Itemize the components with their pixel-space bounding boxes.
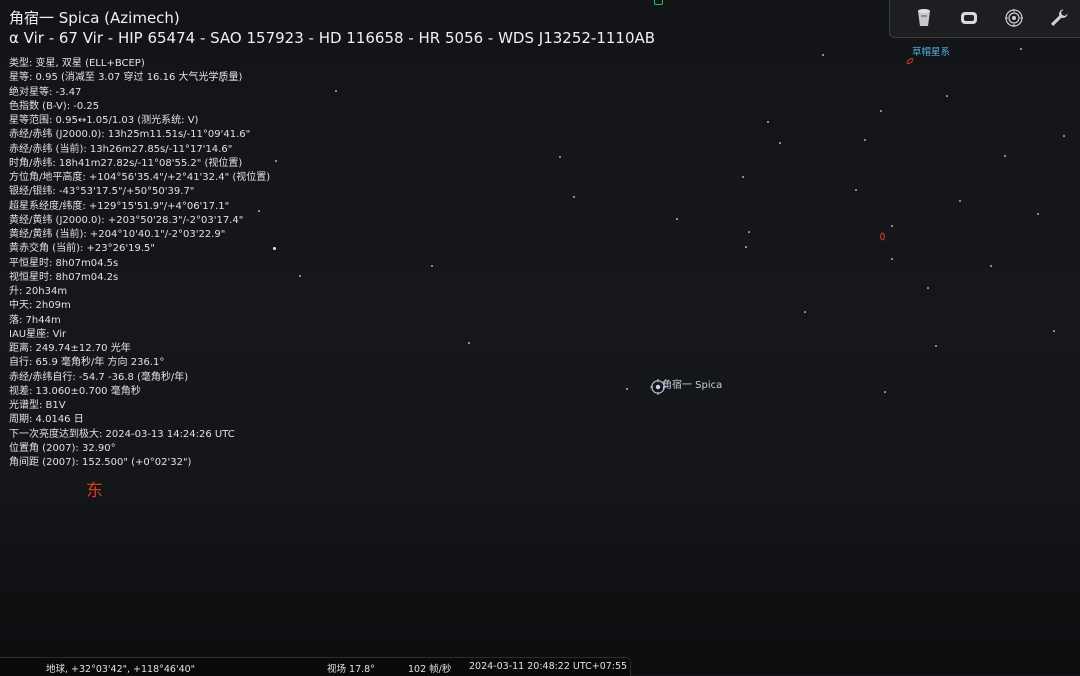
object-info-line: 位置角 (2007): 32.90° [9,442,116,454]
datetime-readout[interactable]: 2024-03-11 20:48:22 UTC+07:55 [469,661,627,672]
location-readout[interactable]: 地球, +32°03'42", +118°46'40" [46,661,195,675]
object-info-line: 星等范围: 0.95↔1.05/1.03 (测光系统: V) [9,115,199,126]
object-info-line: 绝对星等: -3.47 [9,86,82,98]
star[interactable] [1053,330,1055,332]
object-info-line: 方位角/地平高度: +104°56'35.4"/+2°41'32.4" (视位置… [9,172,271,183]
star[interactable] [258,210,260,212]
star[interactable] [855,189,857,191]
object-info-line: 时角/赤纬: 18h41m27.82s/-11°08'55.2" (视位置) [9,157,243,169]
star[interactable] [935,345,937,347]
object-info-line: 赤经/赤纬 (J2000.0): 13h25m11.51s/-11°09'41.… [9,129,251,141]
object-info-line: IAU星座: Vir [9,328,67,340]
star[interactable] [573,196,575,198]
object-info-line: 黄赤交角 (当前): +23°26'19.5" [9,243,155,255]
object-info-line: 视恒星时: 8h07m04.2s [9,271,119,283]
object-info-line: 赤经/赤纬 (当前): 13h26m27.85s/-11°17'14.6" [9,143,233,155]
star[interactable] [927,287,929,289]
object-info-line: 平恒星时: 8h07m04.5s [9,257,119,269]
object-info-list: 类型: 变星, 双星 (ELL+BCEP) 星等: 0.95 (消减至 3.07 … [9,57,270,470]
star[interactable] [891,258,893,260]
object-info-line: 超星系经度/纬度: +129°15'51.9"/+4°06'17.1" [9,200,230,212]
star[interactable] [822,54,824,56]
object-info-line: 距离: 249.74±12.70 光年 [9,343,131,354]
object-info-line: 角间距 (2007): 152.500" (+0°02'32") [9,457,192,468]
star[interactable] [431,265,433,267]
star[interactable] [779,142,781,144]
star[interactable] [804,311,806,313]
galaxy-marker[interactable] [879,226,886,245]
object-info-line: 星等: 0.95 (消减至 3.07 穿过 16.16 大气光学质量) [9,72,243,84]
star[interactable] [891,225,893,227]
star[interactable] [745,246,747,248]
star[interactable] [990,265,992,267]
star[interactable] [1004,155,1006,157]
object-info-line: 黄经/黄纬 (当前): +204°10'40.1"/-2°03'22.9" [9,229,226,240]
object-designations: α Vir - 67 Vir - HIP 65474 - SAO 157923 … [9,29,656,47]
star[interactable] [884,391,886,393]
star[interactable] [626,388,628,390]
star[interactable] [222,80,224,82]
object-info-line: 视差: 13.060±0.700 毫角秒 [9,385,141,397]
galaxy-label[interactable]: 草帽星系 [912,44,950,58]
selected-object-label[interactable]: 角宿一 Spica [662,376,722,391]
fps-readout: 102 帧/秒 [408,664,452,675]
top-indicator-icon [654,0,663,5]
fov-readout: 视场 17.8° [327,664,375,675]
star[interactable] [559,156,561,158]
star[interactable] [880,110,882,112]
star[interactable] [767,121,769,123]
telescope-icon [918,9,930,26]
object-info-line: 类型: 变星, 双星 (ELL+BCEP) [9,58,145,69]
configuration-button[interactable] [1047,6,1071,30]
top-right-toolbar [889,0,1080,38]
star[interactable] [676,218,678,220]
object-title: 角宿一 Spica (Azimech) [9,9,180,27]
object-info-line: 赤经/赤纬自行: -54.7 -36.8 (毫角秒/年) [9,371,189,383]
star[interactable] [468,342,470,344]
object-info-line: 周期: 4.0146 日 [9,414,84,426]
object-info-line: 色指数 (B-V): -0.25 [9,100,100,112]
cardinal-point-east: 东 [86,481,103,501]
star[interactable] [275,160,277,162]
galaxy-icon [906,57,914,65]
object-info-line: 光谱型: B1V [9,400,66,411]
star[interactable] [946,95,948,97]
object-info-line: 自行: 65.9 毫角秒/年 方向 236.1° [9,357,165,369]
ocular-icon [961,12,977,24]
star[interactable] [959,200,961,202]
object-info-line: 银经/银纬: -43°53'17.5"/+50°50'39.7" [9,186,195,198]
star[interactable] [1063,135,1065,137]
object-info-line: 落: 7h44m [9,314,61,326]
object-info-line: 中天: 2h09m [9,300,71,312]
object-info-line: 升: 20h34m [9,286,68,297]
telescope-control-button[interactable] [912,6,936,30]
star[interactable] [1037,213,1039,215]
status-bar: 地球, +32°03'42", +118°46'40" 视场 17.8° 102… [0,657,631,676]
star[interactable] [742,176,744,178]
star[interactable] [748,231,750,233]
ocular-view-button[interactable] [957,6,981,30]
star[interactable] [273,247,276,250]
star[interactable] [299,275,301,277]
satellite-icon [1005,9,1023,27]
star[interactable] [864,139,866,141]
object-info-line: 下一次亮度达到极大: 2024-03-13 14:24:26 UTC [9,428,235,440]
object-info-line: 黄经/黄纬 (J2000.0): +203°50'28.3"/-2°03'17.… [9,214,244,226]
wrench-icon [1051,9,1068,26]
star[interactable] [1020,48,1022,50]
satellites-button[interactable] [1002,6,1026,30]
star[interactable] [335,90,337,92]
galaxy-icon [880,232,885,241]
